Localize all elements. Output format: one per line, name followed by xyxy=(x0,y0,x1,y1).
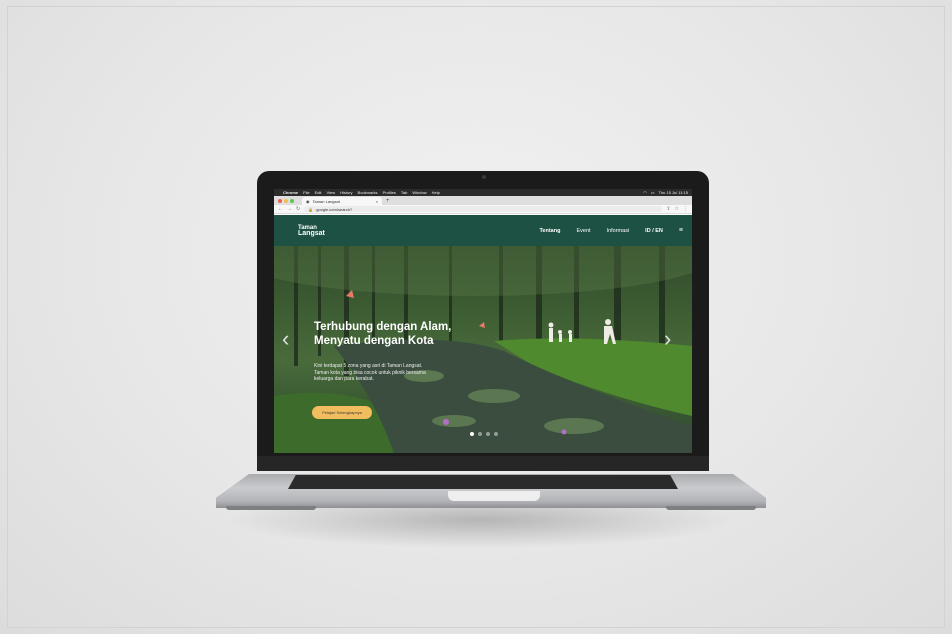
close-tab-icon[interactable]: × xyxy=(376,199,378,204)
laptop-foot xyxy=(666,506,756,510)
nav-event[interactable]: Event xyxy=(576,228,590,234)
site-nav: Tentang Event Informasi ID / EN ≡ xyxy=(539,227,683,234)
menubar-item-bookmarks[interactable]: Bookmarks xyxy=(358,190,378,195)
menubar-item-file[interactable]: File xyxy=(303,190,309,195)
carousel-dot[interactable] xyxy=(486,432,490,436)
maximize-window-icon[interactable] xyxy=(290,198,294,203)
more-menu-icon[interactable]: ⋮ xyxy=(683,206,688,212)
menubar-app[interactable]: Chrome xyxy=(283,190,298,195)
browser-tab[interactable]: ◉ Taman Langsat × xyxy=(302,197,382,205)
menubar-item-profiles[interactable]: Profiles xyxy=(383,190,396,195)
language-switch[interactable]: ID / EN xyxy=(645,228,663,234)
laptop-screen: Chrome File Edit View History Bookmarks … xyxy=(274,189,692,453)
menubar-clock[interactable]: Thu 15 Jul 11:15 xyxy=(658,190,688,195)
bookmark-star-icon[interactable]: ☆ xyxy=(675,206,679,212)
site-header: Taman Langsat Tentang Event Informasi ID… xyxy=(274,215,692,246)
forward-icon[interactable]: → xyxy=(287,206,292,212)
laptop-trackpad-notch xyxy=(448,491,540,501)
address-bar[interactable]: 🔒 google.com/search? xyxy=(304,206,663,212)
nav-informasi[interactable]: Informasi xyxy=(607,228,630,234)
carousel-dot[interactable] xyxy=(470,432,474,436)
wifi-icon[interactable]: ◠ xyxy=(643,190,647,195)
hero-description: Kini terdapat 5 zona yang asri di Taman … xyxy=(314,363,426,382)
logo-line2: Langsat xyxy=(298,229,325,237)
menubar-item-view[interactable]: View xyxy=(326,190,335,195)
nav-tentang[interactable]: Tentang xyxy=(539,228,560,234)
menubar-item-tab[interactable]: Tab xyxy=(401,190,407,195)
back-icon[interactable]: ← xyxy=(278,206,283,212)
hero-title-line2: Menyatu dengan Kota xyxy=(314,335,434,347)
hamburger-menu-icon[interactable]: ≡ xyxy=(679,227,683,234)
new-tab-icon[interactable]: + xyxy=(386,198,390,204)
url-text: google.com/search? xyxy=(316,206,353,212)
carousel-dot[interactable] xyxy=(494,432,498,436)
lock-icon: 🔒 xyxy=(308,206,314,212)
carousel-dots xyxy=(470,432,498,436)
hero-park-illustration xyxy=(274,246,692,453)
reload-icon[interactable]: ↻ xyxy=(296,206,300,212)
macos-menubar: Chrome File Edit View History Bookmarks … xyxy=(274,189,692,196)
laptop-foot xyxy=(226,506,316,510)
carousel-dot[interactable] xyxy=(478,432,482,436)
laptop-bezel-chin xyxy=(257,456,709,471)
favicon-icon: ◉ xyxy=(306,198,310,204)
battery-icon[interactable]: ▭ xyxy=(651,190,655,195)
chevron-right-icon[interactable]: › xyxy=(664,328,671,350)
hero-title-line1: Terhubung dengan Alam, xyxy=(314,321,452,333)
share-icon[interactable]: ⇪ xyxy=(666,206,670,212)
hero-title: Terhubung dengan Alam, Menyatu dengan Ko… xyxy=(314,320,514,348)
site-logo[interactable]: Taman Langsat xyxy=(298,225,325,237)
learn-more-button[interactable]: Pelajari Selengkapnya xyxy=(312,406,372,419)
close-window-icon[interactable] xyxy=(278,198,282,203)
hero-carousel: Terhubung dengan Alam, Menyatu dengan Ko… xyxy=(274,246,692,453)
tab-title: Taman Langsat xyxy=(312,198,340,204)
menubar-item-help[interactable]: Help xyxy=(432,190,440,195)
laptop-keyboard-edge xyxy=(288,475,678,489)
webcam xyxy=(482,175,486,179)
minimize-window-icon[interactable] xyxy=(284,198,288,203)
browser-tabbar: ◉ Taman Langsat × + xyxy=(274,196,692,205)
menubar-item-window[interactable]: Window xyxy=(412,190,426,195)
chevron-left-icon[interactable]: ‹ xyxy=(282,328,289,350)
browser-toolbar: ← → ↻ 🔒 google.com/search? ⇪ ☆ ⋮ xyxy=(274,205,692,214)
menubar-item-edit[interactable]: Edit xyxy=(315,190,322,195)
menubar-item-history[interactable]: History xyxy=(340,190,352,195)
